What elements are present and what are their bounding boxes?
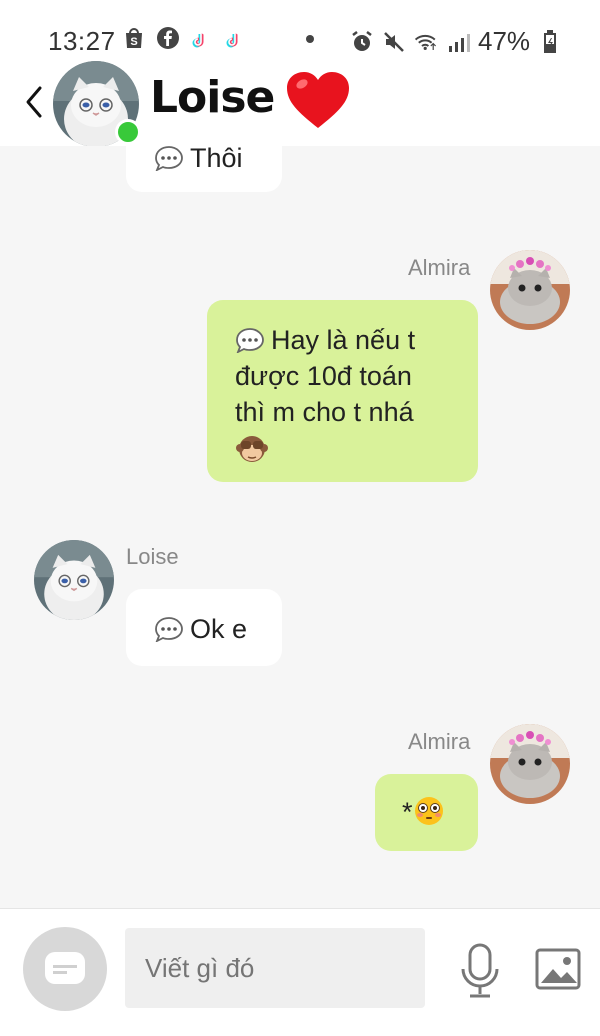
tiktok-icon <box>190 26 214 50</box>
sender-avatar[interactable] <box>490 250 570 330</box>
message-box-icon <box>45 952 85 984</box>
speech-ellipsis-icon <box>236 328 264 353</box>
status-bar: 13:27 S 47% <box>0 0 600 58</box>
see-no-evil-monkey-icon <box>236 436 268 462</box>
sender-avatar[interactable] <box>34 540 114 620</box>
chevron-left-icon[interactable] <box>22 82 46 122</box>
shopee-icon: S <box>122 26 146 50</box>
microphone-icon[interactable] <box>458 943 502 999</box>
message-text: Thôi <box>190 146 243 173</box>
tiktok-icon <box>224 26 248 50</box>
message-text-line: thì m cho t nhá <box>235 397 414 427</box>
message-text: * <box>402 797 413 827</box>
sender-name: Loise <box>126 544 179 569</box>
facebook-icon <box>156 26 180 50</box>
incoming-message-bubble[interactable]: Thôi <box>126 146 282 192</box>
incoming-message-bubble[interactable]: Ok e <box>126 589 282 666</box>
speech-ellipsis-icon <box>155 617 183 642</box>
message-input[interactable] <box>125 928 425 1008</box>
composer-bar <box>0 908 600 1036</box>
outgoing-message-bubble[interactable]: Hay là nếu t được 10đ toán thì m cho t n… <box>207 300 478 482</box>
signal-icon <box>446 30 470 54</box>
sender-name: Almira <box>408 255 471 280</box>
online-status-dot <box>115 119 141 145</box>
message-list[interactable]: Thôi Almira Hay là nếu t được 10đ toán t… <box>0 146 600 908</box>
battery-icon <box>538 29 562 54</box>
message-text: Ok e <box>190 614 248 644</box>
flushed-face-icon <box>414 797 443 825</box>
sender-avatar[interactable] <box>490 724 570 804</box>
status-time: 13:27 <box>48 26 116 56</box>
notification-dot-icon <box>306 35 314 43</box>
battery-percent: 47% <box>478 26 531 56</box>
sticker-menu-button[interactable] <box>23 927 107 1011</box>
image-icon[interactable] <box>534 945 582 993</box>
wifi-icon <box>414 30 438 54</box>
message-text-line: được 10đ toán <box>235 361 412 391</box>
red-heart-icon <box>287 72 349 128</box>
alarm-icon <box>350 30 374 54</box>
mute-icon <box>382 30 406 54</box>
svg-text:S: S <box>130 36 137 48</box>
sender-name: Almira <box>408 729 471 754</box>
speech-ellipsis-icon <box>155 146 183 171</box>
outgoing-message-bubble[interactable]: * <box>375 774 478 851</box>
message-text-line: Hay là nếu t <box>271 325 416 355</box>
contact-name: Loise <box>150 72 275 123</box>
chat-header: Loise <box>0 58 600 147</box>
